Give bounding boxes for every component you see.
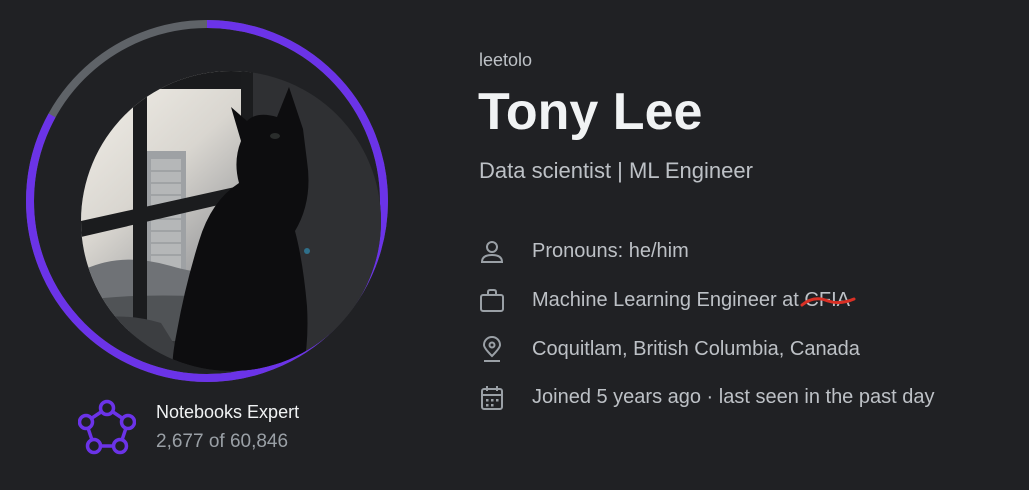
display-name: Tony Lee [478,83,703,141]
red-scribble-annotation [800,297,856,307]
tier-badge[interactable]: Notebooks Expert 2,677 of 60,846 [78,398,378,458]
username: leetolo [479,50,533,70]
detail-joined: Joined 5 years ago · last seen in the pa… [479,384,1019,414]
detail-pronouns: Pronouns: he/him [479,238,1019,268]
calendar-icon [481,386,503,410]
occupation-text: Machine Learning Engineer at CFIA [532,289,856,312]
tier-progress-text: 2,677 of 60,846 [156,431,289,452]
pronouns-text: Pronouns: he/him [532,240,689,262]
occupation-org: CFIA [800,289,856,312]
tier-name: Notebooks Expert [156,402,300,422]
bio: Data scientist | ML Engineer [479,158,753,183]
avatar-with-progress-ring[interactable] [26,20,388,382]
briefcase-icon [480,289,504,312]
notebooks-expert-tier-icon [78,399,136,455]
occupation-prefix: Machine Learning Engineer at [532,289,805,311]
avatar-cat-photo [81,71,381,371]
person-icon [480,241,504,263]
detail-location: Coquitlam, British Columbia, Canada [479,336,1019,366]
detail-occupation: Machine Learning Engineer at CFIA [479,287,1019,317]
avatar [81,71,381,371]
location-pin-icon [482,336,502,362]
joined-text: Joined 5 years ago · last seen in the pa… [532,386,935,408]
location-text: Coquitlam, British Columbia, Canada [532,338,860,360]
